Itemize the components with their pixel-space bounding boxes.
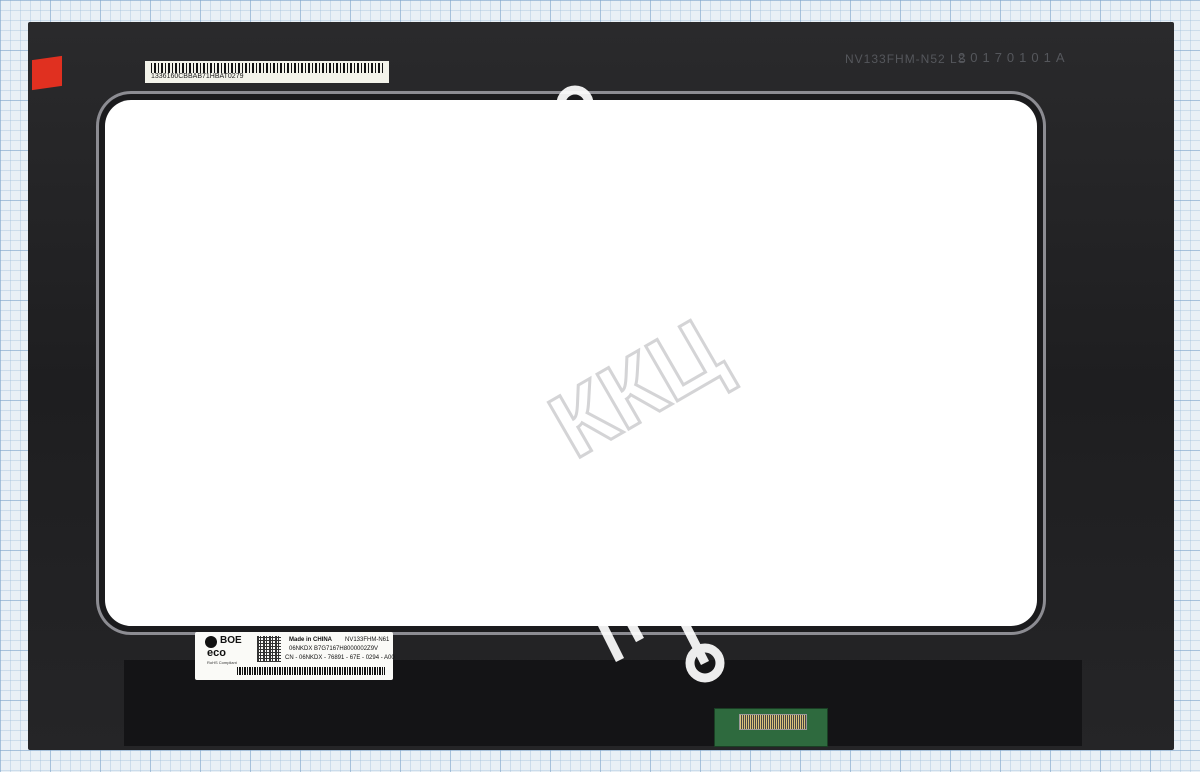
label-model: NV133FHM-N61 (345, 637, 390, 643)
product-label: BOE eco RoHS Compliant Made in CHINA NV1… (195, 632, 395, 680)
eco-logo: eco (207, 647, 226, 659)
edp-connector (714, 708, 828, 747)
barcode (151, 63, 383, 73)
made-in-text: Made in CHINA (289, 637, 333, 643)
qr-code-icon (257, 636, 281, 662)
connector-pins (739, 714, 807, 730)
label-ppid: 06NKDX B7G7167H8000002Z9V (289, 646, 379, 652)
barcode-text: 1336160CBBAB71HBAT0279 (151, 73, 244, 80)
serial-barcode-sticker: 1336160CBBAB71HBAT0279 (145, 61, 389, 83)
panel-date-print: 20170101A (958, 50, 1070, 65)
display-area (105, 100, 1037, 626)
label-barcode (237, 667, 385, 675)
label-cn-code: CN - 06NKDX - 76891 - 67E - 0294 - A00 (285, 655, 395, 661)
rohs-text: RoHS Compliant (207, 660, 237, 665)
brand-name: BOE (220, 635, 242, 646)
panel-model-print: NV133FHM-N52 LS (845, 52, 967, 66)
red-protective-tab (32, 55, 62, 91)
